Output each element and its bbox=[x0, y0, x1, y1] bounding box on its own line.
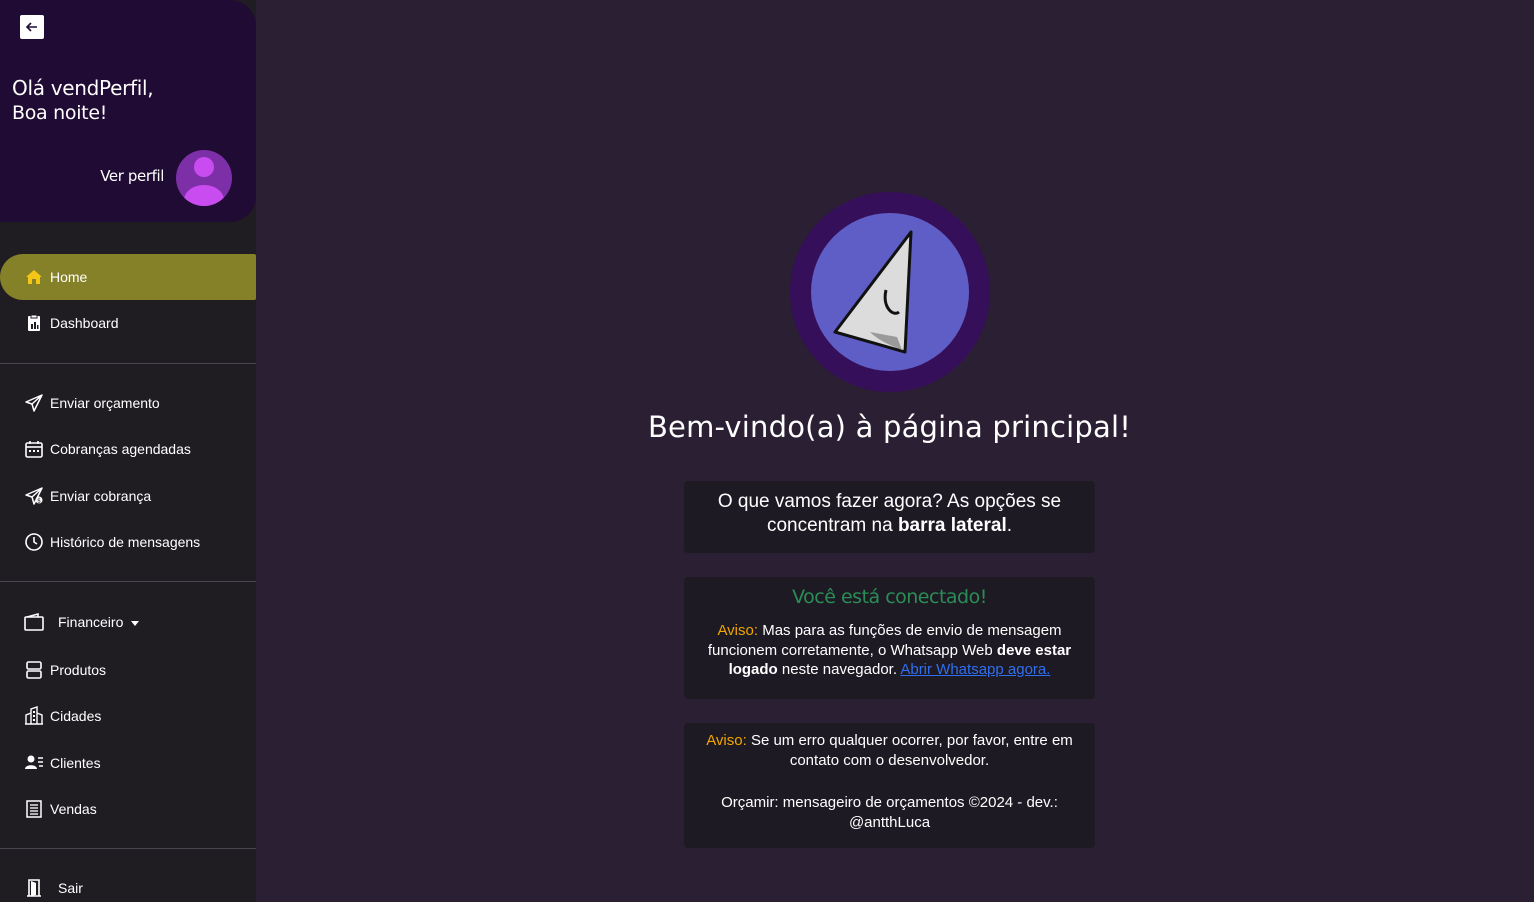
sidebar-item-label: Enviar orçamento bbox=[50, 395, 160, 411]
connection-card: Você está conectado! Aviso: Mas para as … bbox=[684, 577, 1095, 699]
sidebar-item-cidades[interactable]: Cidades bbox=[0, 693, 256, 739]
financeiro-label: Financeiro bbox=[58, 614, 124, 630]
greeting-time: Boa noite! bbox=[12, 102, 108, 124]
sidebar-item-label: Vendas bbox=[50, 801, 97, 817]
greeting-name: Olá vendPerfil, bbox=[12, 76, 154, 100]
clipboard-chart-icon bbox=[24, 313, 44, 333]
sidebar-item-label: Dashboard bbox=[50, 315, 119, 331]
info-card: Aviso: Se um erro qualquer ocorrer, por … bbox=[684, 723, 1095, 848]
svg-text:$: $ bbox=[37, 497, 41, 504]
receipt-icon bbox=[24, 799, 44, 819]
sidebar-item-historico-mensagens[interactable]: Histórico de mensagens bbox=[0, 519, 256, 565]
sidebar-item-label: Produtos bbox=[50, 662, 107, 678]
app-logo bbox=[790, 192, 990, 392]
sidebar-item-label: Histórico de mensagens bbox=[50, 534, 201, 550]
sidebar-item-label: Cidades bbox=[50, 708, 102, 724]
sidebar: Olá vendPerfil, Boa noite! Ver perfil Ho… bbox=[0, 0, 256, 902]
home-icon bbox=[24, 267, 44, 287]
buildings-icon bbox=[24, 706, 44, 726]
sidebar-item-financeiro[interactable]: Financeiro bbox=[0, 599, 256, 645]
sidebar-item-dashboard[interactable]: Dashboard bbox=[0, 300, 256, 346]
sidebar-item-label: Enviar cobrança bbox=[50, 488, 152, 504]
sidebar-item-label: Sair bbox=[58, 880, 83, 896]
warning-label: Aviso: bbox=[706, 732, 747, 749]
intro-bold: barra lateral bbox=[897, 515, 1007, 536]
page-title: Bem-vindo(a) à página principal! bbox=[647, 410, 1132, 444]
arrow-left-icon bbox=[25, 22, 37, 32]
warning-label: Aviso: bbox=[717, 622, 759, 639]
footer-credits: Orçamir: mensageiro de orçamentos ©2024 … bbox=[721, 794, 1058, 831]
profile-card: Olá vendPerfil, Boa noite! Ver perfil bbox=[0, 0, 256, 222]
intro-card: O que vamos fazer agora? As opções se co… bbox=[684, 481, 1095, 553]
whatsapp-warning: Aviso: Mas para as funções de envio de m… bbox=[694, 621, 1085, 680]
back-button[interactable] bbox=[20, 15, 44, 39]
sidebar-item-label: Home bbox=[50, 269, 88, 285]
warning-text-2: neste navegador. bbox=[777, 661, 901, 678]
sidebar-item-label: Financeiro bbox=[58, 614, 140, 630]
sidebar-item-enviar-orcamento[interactable]: Enviar orçamento bbox=[0, 380, 256, 426]
sidebar-item-sair[interactable]: Sair bbox=[0, 865, 256, 902]
clock-icon bbox=[24, 532, 44, 552]
door-exit-icon bbox=[24, 878, 44, 898]
warning-text: Se um erro qualquer ocorrer, por favor, … bbox=[746, 732, 1073, 769]
chevron-down-icon bbox=[131, 620, 140, 626]
sidebar-item-home[interactable]: Home bbox=[0, 254, 256, 300]
sidebar-item-cobrancas-agendadas[interactable]: Cobranças agendadas bbox=[0, 426, 256, 472]
boxes-icon bbox=[24, 660, 44, 680]
sidebar-item-label: Cobranças agendadas bbox=[50, 441, 191, 457]
error-warning: Aviso: Se um erro qualquer ocorrer, por … bbox=[692, 731, 1087, 770]
send-money-icon: $ bbox=[24, 486, 44, 506]
greeting: Olá vendPerfil, Boa noite! bbox=[12, 76, 154, 126]
wallet-icon bbox=[24, 612, 44, 632]
divider bbox=[0, 363, 256, 364]
intro-suffix: . bbox=[1006, 515, 1013, 536]
sidebar-item-clientes[interactable]: Clientes bbox=[0, 740, 256, 786]
send-icon bbox=[24, 393, 44, 413]
avatar[interactable] bbox=[176, 150, 232, 206]
open-whatsapp-link[interactable]: Abrir Whatsapp agora. bbox=[900, 661, 1050, 678]
connection-status: Você está conectado! bbox=[792, 586, 987, 608]
sidebar-item-vendas[interactable]: Vendas bbox=[0, 786, 256, 832]
contacts-icon bbox=[24, 753, 44, 773]
sidebar-item-enviar-cobranca[interactable]: $ Enviar cobrança bbox=[0, 473, 256, 519]
sidebar-item-label: Clientes bbox=[50, 755, 101, 771]
user-icon bbox=[184, 157, 224, 206]
view-profile-link[interactable]: Ver perfil bbox=[100, 167, 164, 185]
divider bbox=[0, 581, 256, 582]
main-content: Bem-vindo(a) à página principal! O que v… bbox=[256, 0, 1534, 902]
sidebar-item-produtos[interactable]: Produtos bbox=[0, 647, 256, 693]
calendar-icon bbox=[24, 439, 44, 459]
paper-plane-icon bbox=[790, 192, 990, 392]
divider bbox=[0, 848, 256, 849]
